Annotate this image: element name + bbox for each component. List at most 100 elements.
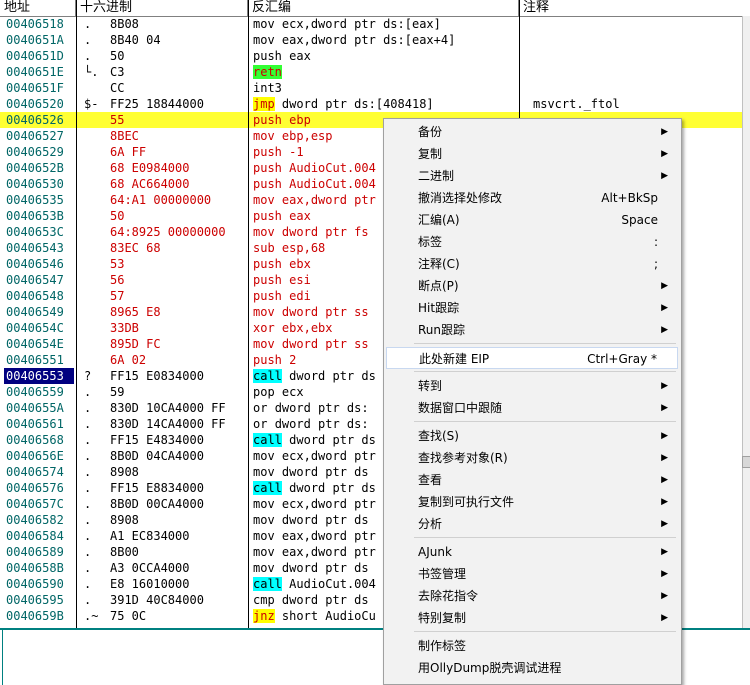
column-comment-header[interactable]: 注释 xyxy=(519,0,750,16)
row-hex: 6A 02 xyxy=(110,353,147,367)
menu-item-label: 转到 xyxy=(418,379,443,393)
menu-item-label: 查找(S) xyxy=(418,429,459,443)
row-operands: AudioCut.004 xyxy=(289,161,376,175)
menu-separator xyxy=(414,371,676,372)
menu-item-label: 二进制 xyxy=(418,169,455,183)
menu-item[interactable]: 查找(S) ▶ xyxy=(386,425,678,447)
menu-item[interactable]: 此处新建 EIP Ctrl+Gray * xyxy=(386,347,678,369)
row-mark: . xyxy=(84,561,92,575)
listing-row[interactable]: 0040651E └. C3 retn xyxy=(0,64,742,80)
row-comment xyxy=(533,80,742,96)
row-opcode: push xyxy=(253,289,282,303)
menu-item[interactable]: Run跟踪 ▶ xyxy=(386,319,678,341)
row-opcode: push xyxy=(253,209,282,223)
row-hex: 6A FF xyxy=(110,145,147,159)
row-address: 00406527 xyxy=(6,129,64,143)
column-disasm-header[interactable]: 反汇编 xyxy=(248,0,519,16)
row-address: 00406543 xyxy=(6,241,64,255)
menu-item[interactable]: 制作标签 xyxy=(386,635,678,657)
menu-separator xyxy=(414,631,676,632)
menu-item[interactable]: 查找参考对象(R) ▶ xyxy=(386,447,678,469)
listing-row[interactable]: 0040651D. 50 push eax xyxy=(0,48,742,64)
row-hex: 33DB xyxy=(110,321,139,335)
row-address: 0040658B xyxy=(6,561,64,575)
row-operands: dword ptr ss xyxy=(281,337,369,351)
menu-item-label: 书签管理 xyxy=(418,567,467,581)
scrollbar-thumb[interactable] xyxy=(742,456,750,468)
row-address: 00406561 xyxy=(6,417,64,431)
menu-item[interactable]: 数据窗口中跟随 ▶ xyxy=(386,397,678,419)
row-address: 0040651E xyxy=(6,65,64,79)
row-operands: dword ptr ds: xyxy=(274,401,369,415)
row-address: 00406559 xyxy=(6,385,64,399)
menu-item[interactable]: 标签: xyxy=(386,231,678,253)
row-opcode: retn xyxy=(253,65,282,79)
menu-item[interactable]: 用OllyDump脱壳调试进程 xyxy=(386,657,678,679)
row-opcode: mov xyxy=(253,513,275,527)
submenu-arrow-icon: ▶ xyxy=(661,475,668,485)
submenu-arrow-icon: ▶ xyxy=(661,127,668,137)
listing-row[interactable]: 0040651A. 8B40 04 mov eax,dword ptr ds:[ea… xyxy=(0,32,742,48)
menu-item[interactable]: 去除花指令 ▶ xyxy=(386,585,678,607)
menu-item[interactable]: 分析 ▶ xyxy=(386,513,678,535)
menu-item[interactable]: 查看 ▶ xyxy=(386,469,678,491)
row-address: 00406548 xyxy=(6,289,64,303)
menu-item[interactable]: 注释(C); xyxy=(386,253,678,275)
row-mark xyxy=(84,256,104,272)
row-mark: . xyxy=(84,545,92,559)
menu-item[interactable]: 转到 ▶ xyxy=(386,375,678,397)
row-opcode: push xyxy=(253,273,282,287)
menu-item[interactable]: 断点(P) ▶ xyxy=(386,275,678,297)
menu-item[interactable]: 复制 ▶ xyxy=(386,143,678,165)
listing-row[interactable]: 00406518. 8B08 mov ecx,dword ptr ds:[eax] xyxy=(0,16,742,32)
menu-item[interactable]: 复制到可执行文件 ▶ xyxy=(386,491,678,513)
row-operands: dword ptr ds xyxy=(281,593,369,607)
vertical-scrollbar[interactable] xyxy=(742,16,750,628)
row-opcode: push xyxy=(253,161,282,175)
row-opcode: or xyxy=(253,417,268,431)
menu-item-label: 撤消选择处修改 xyxy=(418,191,503,205)
menu-item[interactable]: 书签管理 ▶ xyxy=(386,563,678,585)
row-mark xyxy=(84,320,104,336)
row-hex: 64:8925 00000000 xyxy=(110,225,226,239)
row-mark xyxy=(84,208,104,224)
row-hex: E8 16010000 xyxy=(110,577,190,591)
row-address: 00406520 xyxy=(6,97,64,111)
row-mark xyxy=(84,272,104,288)
row-operands: AudioCut.004 xyxy=(289,577,376,591)
menu-item[interactable]: 二进制 ▶ xyxy=(386,165,678,187)
column-hex-header[interactable]: 十六进制 xyxy=(76,0,248,16)
row-mark: . xyxy=(84,449,92,463)
row-opcode: call xyxy=(253,577,282,591)
listing-row[interactable]: 0040651F CC int3 xyxy=(0,80,742,96)
row-opcode: jnz xyxy=(253,609,275,623)
row-mark: . xyxy=(84,417,92,431)
menu-item[interactable]: 汇编(A) Space xyxy=(386,209,678,231)
row-operands: dword ptr ds xyxy=(281,465,369,479)
row-operands: -1 xyxy=(289,145,304,159)
row-hex: FF15 E8834000 xyxy=(110,481,204,495)
row-opcode: call xyxy=(253,369,282,383)
column-header: 地址 十六进制 反汇编 注释 xyxy=(0,0,750,17)
row-operands: dword ptr ss xyxy=(281,305,369,319)
submenu-arrow-icon: ▶ xyxy=(661,149,668,159)
menu-item[interactable]: 特别复制 ▶ xyxy=(386,607,678,629)
row-opcode: mov xyxy=(253,337,275,351)
row-address: 0040654E xyxy=(6,337,64,351)
row-address: 0040653B xyxy=(6,209,64,223)
menu-item[interactable]: Hit跟踪 ▶ xyxy=(386,297,678,319)
menu-item-label: 注释(C) xyxy=(418,257,460,271)
row-operands: eax,dword ptr xyxy=(281,529,376,543)
row-opcode: push xyxy=(253,49,282,63)
column-address-header[interactable]: 地址 xyxy=(0,0,76,16)
menu-item[interactable]: AJunk ▶ xyxy=(386,541,678,563)
submenu-arrow-icon: ▶ xyxy=(661,403,668,413)
menu-item[interactable]: 撤消选择处修改 Alt+BkSp xyxy=(386,187,678,209)
submenu-arrow-icon: ▶ xyxy=(661,613,668,623)
menu-item[interactable]: 备份 ▶ xyxy=(386,121,678,143)
row-mark xyxy=(84,336,104,352)
submenu-arrow-icon: ▶ xyxy=(661,519,668,529)
menu-item-label: 数据窗口中跟随 xyxy=(418,401,503,415)
listing-row[interactable]: 00406520 $- FF25 18844000 jmp dword ptr ds:… xyxy=(0,96,742,112)
row-operands: dword ptr ds xyxy=(281,561,369,575)
